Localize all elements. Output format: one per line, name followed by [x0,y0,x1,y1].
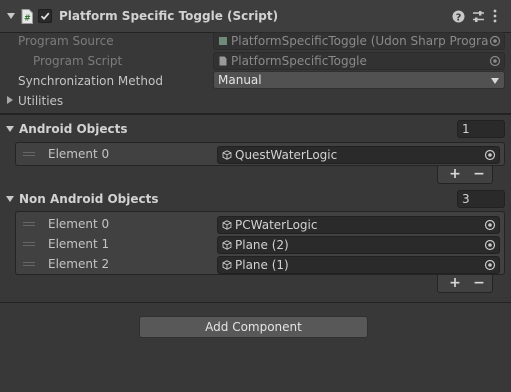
drag-handle-icon[interactable] [23,241,35,247]
drag-handle-icon[interactable] [23,261,35,267]
android-objects-list-footer: + − [437,166,493,184]
sync-method-dropdown[interactable]: Manual [213,71,505,89]
svg-text:#: # [24,14,31,23]
object-picker-icon[interactable] [484,239,496,251]
non-android-element-0-field[interactable]: PCWaterLogic [217,216,500,234]
remove-element-button[interactable]: − [470,166,488,182]
non-android-element-0-value: PCWaterLogic [235,218,318,232]
program-script-field: PlatformSpecificToggle [213,52,505,70]
program-source-field: PlatformSpecificToggle (Udon Sharp Progr… [213,32,505,50]
separator [0,302,511,303]
presets-icon[interactable] [472,10,485,23]
udon-program-icon [219,37,227,45]
script-file-icon [219,56,227,66]
add-element-button[interactable]: + [446,275,464,291]
list-item-label: Element 0 [48,147,110,161]
android-objects-size-field[interactable]: 1 [457,120,505,138]
add-component-button[interactable]: Add Component [139,316,368,338]
kebab-menu-icon[interactable] [492,9,498,23]
object-picker-icon[interactable] [484,259,496,271]
non-android-element-2-value: Plane (1) [235,258,289,272]
program-script-value: PlatformSpecificToggle [231,54,367,68]
remove-element-button[interactable]: − [470,275,488,291]
program-script-label: Program Script [33,54,123,68]
help-icon[interactable]: ? [452,10,465,23]
checkmark-icon [40,12,50,21]
foldout-arrow-icon[interactable] [7,13,15,19]
non-android-objects-size-field[interactable]: 3 [457,190,505,208]
list-item-label: Element 2 [48,257,110,271]
sync-method-value: Manual [218,73,262,87]
object-picker-icon[interactable] [484,149,496,161]
android-element-0-value: QuestWaterLogic [235,148,338,162]
add-element-button[interactable]: + [446,166,464,182]
csharp-script-icon: # [21,9,33,24]
drag-handle-icon[interactable] [23,151,35,157]
non-android-element-1-field[interactable]: Plane (2) [217,236,500,254]
android-objects-label[interactable]: Android Objects [19,119,128,139]
cube-icon [222,240,232,250]
non-android-objects-label[interactable]: Non Android Objects [19,189,159,209]
list-item-label: Element 1 [48,237,110,251]
dropdown-arrow-icon [491,78,499,84]
non-android-element-1-value: Plane (2) [235,238,289,252]
utilities-foldout-icon[interactable] [7,96,13,104]
component-header: # Platform Specific Toggle (Script) ? [0,0,511,33]
android-objects-list: Element 0 QuestWaterLogic [15,142,505,166]
sync-method-label: Synchronization Method [18,74,163,88]
program-source-label: Program Source [18,34,114,48]
android-element-0-field[interactable]: QuestWaterLogic [217,146,500,164]
non-android-element-2-field[interactable]: Plane (1) [217,256,500,274]
cube-icon [222,150,232,160]
cube-icon [222,260,232,270]
object-picker-icon[interactable] [484,219,496,231]
object-picker-icon[interactable] [489,35,501,47]
cube-icon [222,220,232,230]
separator [0,113,511,115]
object-picker-icon[interactable] [489,55,501,67]
enabled-checkbox[interactable] [38,9,52,23]
non-android-objects-list: Element 0 PCWaterLogic Element 1 Plane (… [15,211,505,275]
utilities-foldout[interactable]: Utilities [18,91,63,111]
android-objects-foldout-icon[interactable] [6,126,14,132]
svg-text:?: ? [456,12,462,23]
list-item-label: Element 0 [48,217,110,231]
drag-handle-icon[interactable] [23,221,35,227]
component-title: Platform Specific Toggle (Script) [59,9,279,23]
program-source-value: PlatformSpecificToggle (Udon Sharp Progr… [231,34,505,48]
non-android-objects-foldout-icon[interactable] [6,196,14,202]
non-android-objects-list-footer: + − [437,275,493,293]
